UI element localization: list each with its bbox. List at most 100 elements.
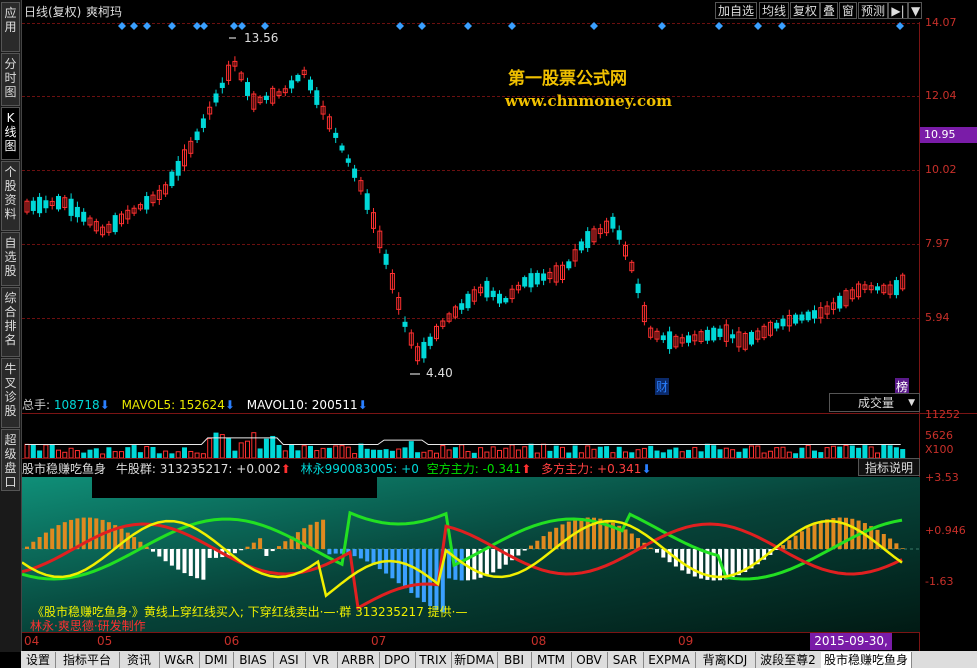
candle-body bbox=[490, 290, 496, 298]
indicator-bar bbox=[188, 549, 193, 576]
indicator-tab[interactable]: MTM bbox=[531, 652, 572, 668]
candle-body bbox=[37, 196, 43, 214]
period-label[interactable]: 日线(复权) bbox=[24, 3, 81, 20]
indicator-tab[interactable]: EXPMA bbox=[643, 652, 696, 668]
indicator-tab[interactable]: BIAS bbox=[233, 652, 274, 668]
event-marker-icon bbox=[193, 22, 201, 30]
volume-bar bbox=[182, 447, 187, 458]
restore-right-button[interactable]: 复权 bbox=[790, 2, 821, 19]
window-button[interactable]: 窗 bbox=[839, 2, 858, 19]
indicator-tab[interactable]: VR bbox=[305, 652, 338, 668]
overlay-button[interactable]: 叠 bbox=[820, 2, 839, 19]
indicator-bar bbox=[818, 521, 823, 549]
indicator-tab[interactable]: 股市稳赚吃鱼身 bbox=[821, 652, 912, 668]
volume-chart[interactable] bbox=[22, 414, 920, 458]
volume-bar bbox=[799, 447, 805, 458]
tab-apps[interactable]: 应用 bbox=[1, 2, 20, 52]
indicator-tab[interactable]: 背离KDJ bbox=[695, 652, 756, 668]
tab-intraday[interactable]: 分时图 bbox=[1, 53, 20, 106]
event-marker-icon bbox=[130, 22, 138, 30]
volume-bar bbox=[673, 447, 679, 458]
indicator-bar bbox=[623, 529, 628, 549]
indicator-bar bbox=[169, 549, 174, 566]
event-marker-icon bbox=[230, 22, 238, 30]
indicator-tab[interactable]: 新DMA bbox=[451, 652, 498, 668]
candle-body bbox=[749, 331, 754, 345]
indicator-tab[interactable]: 资讯 bbox=[119, 652, 160, 668]
pin-icon[interactable]: ▶| bbox=[888, 2, 908, 19]
candle-body bbox=[213, 93, 219, 103]
candle-body bbox=[805, 311, 811, 321]
indicator-select[interactable]: 成交量 ▼ bbox=[829, 393, 920, 412]
indicator-tab[interactable]: DMI bbox=[199, 652, 234, 668]
volume-bar bbox=[245, 440, 250, 458]
indicator-bar bbox=[163, 549, 168, 562]
add-watchlist-button[interactable]: 加自选 bbox=[715, 2, 758, 19]
tab-watchlist[interactable]: 自选股 bbox=[1, 232, 20, 286]
volume-bar bbox=[560, 446, 565, 458]
indicator-tab[interactable]: DPO bbox=[379, 652, 416, 668]
indicator-tab[interactable]: ARBR bbox=[337, 652, 380, 668]
volume-bar bbox=[755, 445, 761, 458]
volume-bar bbox=[308, 445, 313, 458]
volume-bar bbox=[427, 450, 433, 458]
x-axis-line bbox=[22, 632, 920, 633]
x-axis-label: 04 bbox=[24, 634, 40, 648]
indicator-tab[interactable]: ASI bbox=[273, 652, 306, 668]
candlestick-chart[interactable] bbox=[22, 22, 920, 392]
indicator-bar bbox=[579, 518, 584, 549]
candle-body bbox=[528, 273, 534, 288]
volume-bar bbox=[862, 445, 868, 458]
volume-bar bbox=[812, 450, 817, 458]
volume-bar bbox=[396, 448, 402, 458]
candle-body bbox=[465, 293, 471, 309]
indicator-tab[interactable]: 指标平台 bbox=[55, 652, 120, 668]
tab-stock-info[interactable]: 个股资料 bbox=[1, 161, 20, 231]
indicator-bar bbox=[333, 549, 338, 554]
indicator-bar bbox=[396, 549, 401, 584]
indicator-tab[interactable]: OBV bbox=[571, 652, 608, 668]
indicator-bar bbox=[314, 521, 319, 549]
candle-body bbox=[81, 211, 87, 222]
indicator-bar bbox=[377, 549, 382, 570]
candle-body bbox=[427, 336, 433, 346]
high-price-mark: 13.56 bbox=[244, 31, 279, 45]
candle-body bbox=[893, 280, 899, 296]
menu-arrow-icon[interactable]: ▼ bbox=[908, 2, 922, 19]
candle-body bbox=[352, 168, 358, 178]
tab-diagnosis[interactable]: 牛叉诊股 bbox=[1, 358, 20, 428]
x-axis-label: 09 bbox=[678, 634, 694, 648]
indicator-tab[interactable]: 波段至尊2 bbox=[755, 652, 822, 668]
indicator-tab[interactable]: SAR bbox=[607, 652, 644, 668]
event-marker-icon bbox=[464, 22, 472, 30]
indicator-bar bbox=[484, 549, 489, 576]
left-tab-bar: 应用 分时图 K线图 个股资料 自选股 综合排名 牛叉诊股 超级盘口 bbox=[0, 0, 22, 652]
indicator-tab[interactable]: 设置 bbox=[21, 652, 56, 668]
tab-super-panel[interactable]: 超级盘口 bbox=[1, 429, 20, 491]
forecast-button[interactable]: 预测 bbox=[858, 2, 889, 19]
volume-bar bbox=[849, 445, 855, 458]
volume-bar bbox=[900, 449, 906, 458]
indicator-tab[interactable]: TRIX bbox=[415, 652, 452, 668]
indicator-bar bbox=[43, 532, 48, 549]
candle-body bbox=[566, 261, 572, 269]
finance-marker[interactable]: 财 bbox=[655, 378, 670, 395]
indicator-help-button[interactable]: 指标说明 bbox=[858, 458, 920, 476]
indicator-tab[interactable]: BBI bbox=[497, 652, 532, 668]
volume-bar bbox=[402, 447, 408, 458]
volume-bar bbox=[616, 446, 622, 458]
volume-bar bbox=[257, 448, 263, 458]
tab-kline[interactable]: K线图 bbox=[1, 107, 20, 160]
volume-bar bbox=[106, 447, 112, 458]
ma-button[interactable]: 均线 bbox=[759, 2, 790, 19]
event-marker-icon bbox=[238, 22, 246, 30]
tab-ranking[interactable]: 综合排名 bbox=[1, 287, 20, 357]
indicator-bar bbox=[529, 545, 533, 549]
volume-bar bbox=[232, 450, 238, 458]
indicator-bar bbox=[655, 549, 659, 553]
volume-bar bbox=[749, 445, 754, 458]
stock-name: 爽柯玛 bbox=[86, 5, 123, 19]
candle-body bbox=[459, 303, 465, 310]
indicator-tab[interactable]: W&R bbox=[159, 652, 200, 668]
volume-bar bbox=[704, 443, 710, 458]
